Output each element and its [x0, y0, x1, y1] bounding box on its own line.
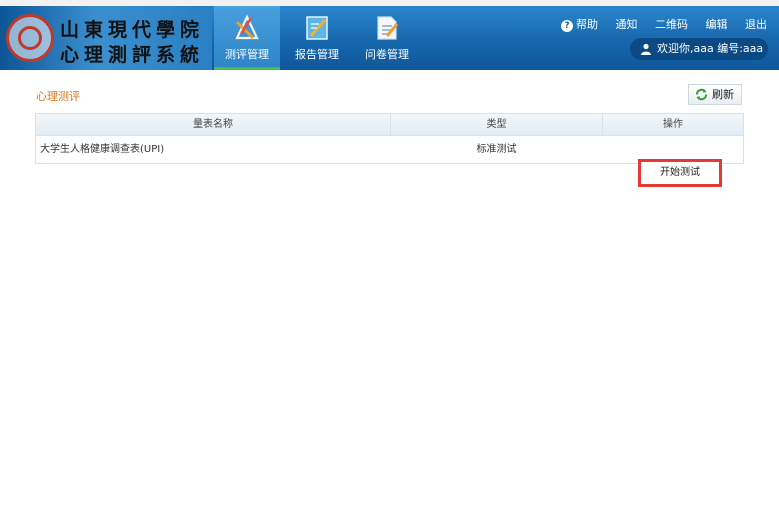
help-icon: ?: [561, 20, 573, 32]
nav-questionnaire[interactable]: 问卷管理: [354, 6, 420, 70]
report-icon: [306, 16, 328, 40]
nav-assessment-label: 测评管理: [225, 48, 269, 61]
column-header-type: 类型: [391, 114, 603, 135]
logo-system-name: 心理測評系統: [60, 44, 205, 66]
app-header: 山東現代學院 心理測評系統 测评管理 报告管理 问卷管理 ? 帮助 通知 二维码…: [0, 6, 779, 70]
page-title: 心理测评: [36, 90, 80, 103]
nav-report[interactable]: 报告管理: [284, 6, 350, 70]
refresh-label: 刷新: [712, 88, 734, 101]
logout-link[interactable]: 退出: [745, 18, 767, 31]
scale-table: 量表名称 类型 操作 大学生人格健康调查表(UPI) 标准测试 开始测试: [35, 113, 744, 187]
scale-name-cell: 大学生人格健康调查表(UPI): [40, 144, 165, 155]
scale-type-cell: 标准测试: [476, 144, 517, 155]
table-row: 大学生人格健康调查表(UPI) 标准测试 开始测试: [36, 136, 743, 187]
nav-questionnaire-label: 问卷管理: [365, 48, 409, 61]
refresh-icon: [696, 88, 707, 101]
help-link[interactable]: ? 帮助: [547, 18, 598, 32]
nav-assessment[interactable]: 测评管理: [214, 6, 280, 70]
qrcode-link[interactable]: 二维码: [655, 18, 688, 31]
school-seal-icon: [6, 14, 54, 62]
school-logo: 山東現代學院 心理測評系統: [0, 6, 212, 70]
nav-report-label: 报告管理: [295, 48, 339, 61]
refresh-button[interactable]: 刷新: [688, 84, 742, 105]
top-links: ? 帮助 通知 二维码 编辑 退出: [533, 16, 767, 32]
logo-school-name: 山東現代學院: [60, 19, 205, 41]
column-header-action: 操作: [663, 119, 683, 130]
notice-link[interactable]: 通知: [616, 18, 638, 31]
assessment-icon: [235, 14, 259, 40]
questionnaire-icon: [377, 16, 399, 40]
user-info: 欢迎你,aaa 编号:aaa: [630, 38, 768, 60]
table-header: 量表名称 类型 操作: [36, 114, 743, 136]
start-test-button[interactable]: 开始测试: [638, 159, 722, 187]
edit-link[interactable]: 编辑: [706, 18, 728, 31]
column-header-name: 量表名称: [36, 114, 391, 135]
user-welcome-text: 欢迎你,aaa 编号:aaa: [657, 42, 764, 55]
user-icon: [641, 43, 651, 55]
